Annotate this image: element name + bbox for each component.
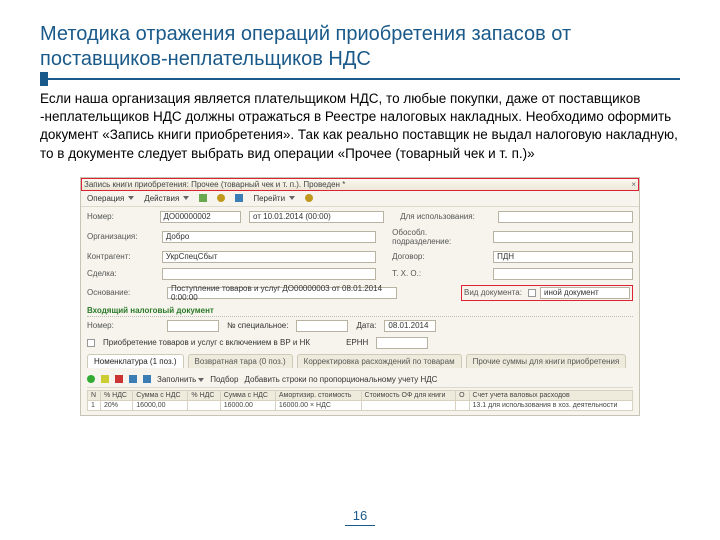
th[interactable]: Амортизир. стоимость — [275, 390, 361, 400]
menubar: Операция Действия Перейти — [81, 191, 639, 207]
table-header-row: N % НДС Сумма с НДС % НДС Сумма с НДС Ам… — [88, 390, 633, 400]
label-vr-nk: Приобретение товаров и услуг с включение… — [103, 338, 310, 347]
label-basis: Основание: — [87, 288, 159, 297]
checkbox-vr-nk[interactable] — [87, 339, 95, 347]
td: 16000.00 — [220, 400, 275, 410]
toolbar-icon[interactable] — [305, 194, 313, 202]
app-window: Запись книги приобретения: Прочее (товар… — [80, 177, 640, 416]
slide-body-text: Если наша организация является плательщи… — [40, 90, 680, 163]
input-spec[interactable] — [296, 320, 348, 332]
grid: N % НДС Сумма с НДС % НДС Сумма с НДС Ам… — [87, 390, 633, 411]
menu-operation[interactable]: Операция — [87, 194, 134, 203]
chevron-down-icon — [183, 196, 189, 200]
td: 1 — [88, 400, 101, 410]
input-number[interactable]: ДО00000002 — [160, 211, 241, 223]
label-inc-num: Номер: — [87, 321, 159, 330]
select-doc-type[interactable]: иной документ — [540, 287, 630, 299]
slide-title: Методика отражения операций приобретения… — [40, 22, 680, 72]
tab-nomenclature[interactable]: Номенклатура (1 поз.) — [87, 354, 184, 368]
th[interactable]: О — [456, 390, 469, 400]
td: 20% — [100, 400, 132, 410]
tab-tara[interactable]: Возвратная тара (0 поз.) — [188, 354, 293, 368]
checkbox-icon[interactable] — [528, 289, 536, 297]
th[interactable]: Сумма с НДС — [220, 390, 275, 400]
btn-select[interactable]: Подбор — [210, 375, 238, 384]
section-incoming-doc: Входящий налоговый документ — [87, 306, 633, 317]
toolbar-icon[interactable] — [235, 194, 243, 202]
label-spec: № специальное: — [227, 321, 288, 330]
th[interactable]: % НДС — [188, 390, 220, 400]
label-doc-type: Вид документа: — [464, 288, 524, 297]
label-org: Организация: — [87, 232, 154, 241]
toolbar-icon[interactable] — [217, 194, 225, 202]
input-inc-num[interactable] — [167, 320, 219, 332]
menu-actions[interactable]: Действия — [144, 194, 189, 203]
input-contragent[interactable]: УкрСпецСбыт — [162, 251, 376, 263]
td: 16000,00 — [133, 400, 188, 410]
chevron-down-icon — [128, 196, 134, 200]
th[interactable]: Счет учета валовых расходов — [469, 390, 632, 400]
btn-add-proportional[interactable]: Добавить строки по пропорциональному уче… — [244, 375, 437, 384]
label-contragent: Контрагент: — [87, 252, 154, 261]
doc-type-highlight: Вид документа: иной документ — [461, 285, 633, 301]
td: 16000.00 × НДС — [275, 400, 361, 410]
btn-fill[interactable]: Заполнить — [157, 375, 204, 384]
window-titlebar: Запись книги приобретения: Прочее (товар… — [81, 178, 639, 191]
edit-row-icon[interactable] — [101, 375, 109, 383]
label-inc-date: Дата: — [356, 321, 376, 330]
label-erpn: ЕРНН — [346, 338, 368, 347]
input-basis[interactable]: Поступление товаров и услуг ДО00000003 о… — [167, 287, 397, 299]
input-deal[interactable] — [162, 268, 376, 280]
td — [456, 400, 469, 410]
chevron-down-icon — [289, 196, 295, 200]
table-row[interactable]: 1 20% 16000,00 16000.00 16000.00 × НДС 1… — [88, 400, 633, 410]
label-txo: Т. Х. О.: — [392, 269, 485, 278]
page-number: 16 — [0, 508, 720, 526]
input-erpn[interactable] — [376, 337, 428, 349]
form-area: Номер: ДО00000002 от 10.01.2014 (00:00) … — [81, 207, 639, 415]
label-contract: Договор: — [392, 252, 485, 261]
toolbar-icon[interactable] — [199, 194, 207, 202]
toolbar-icon[interactable] — [129, 375, 137, 383]
th[interactable]: Стоимость ОФ для книги — [361, 390, 456, 400]
input-org[interactable]: Добро — [162, 231, 376, 243]
menu-goto[interactable]: Перейти — [253, 194, 295, 203]
th[interactable]: N — [88, 390, 101, 400]
title-underline — [40, 78, 680, 80]
input-contract[interactable]: ПДН — [493, 251, 633, 263]
td — [361, 400, 456, 410]
input-txo[interactable] — [493, 268, 633, 280]
tab-other-sums[interactable]: Прочие суммы для книги приобретения — [466, 354, 627, 368]
window-title-text: Запись книги приобретения: Прочее (товар… — [84, 180, 345, 189]
toolbar-icon[interactable] — [143, 375, 151, 383]
label-subdiv: Обособл. подразделение: — [392, 228, 485, 246]
input-date[interactable]: от 10.01.2014 (00:00) — [249, 211, 384, 223]
tab-correction[interactable]: Корректировка расхождений по товарам — [297, 354, 462, 368]
label-deal: Сделка: — [87, 269, 154, 278]
input-subdiv[interactable] — [493, 231, 633, 243]
tabstrip: Номенклатура (1 поз.) Возвратная тара (0… — [87, 354, 633, 368]
input-usage[interactable] — [498, 211, 633, 223]
label-usage: Для использования: — [400, 212, 490, 221]
input-inc-date[interactable]: 08.01.2014 — [384, 320, 436, 332]
th[interactable]: % НДС — [100, 390, 132, 400]
chevron-down-icon — [198, 378, 204, 382]
label-number: Номер: — [87, 212, 152, 221]
td — [188, 400, 220, 410]
td: 13.1 для использования в хоз. деятельнос… — [469, 400, 632, 410]
grid-toolbar: Заполнить Подбор Добавить строки по проп… — [87, 372, 633, 388]
close-icon[interactable]: × — [631, 180, 636, 189]
delete-row-icon[interactable] — [115, 375, 123, 383]
add-row-icon[interactable] — [87, 375, 95, 383]
th[interactable]: Сумма с НДС — [133, 390, 188, 400]
